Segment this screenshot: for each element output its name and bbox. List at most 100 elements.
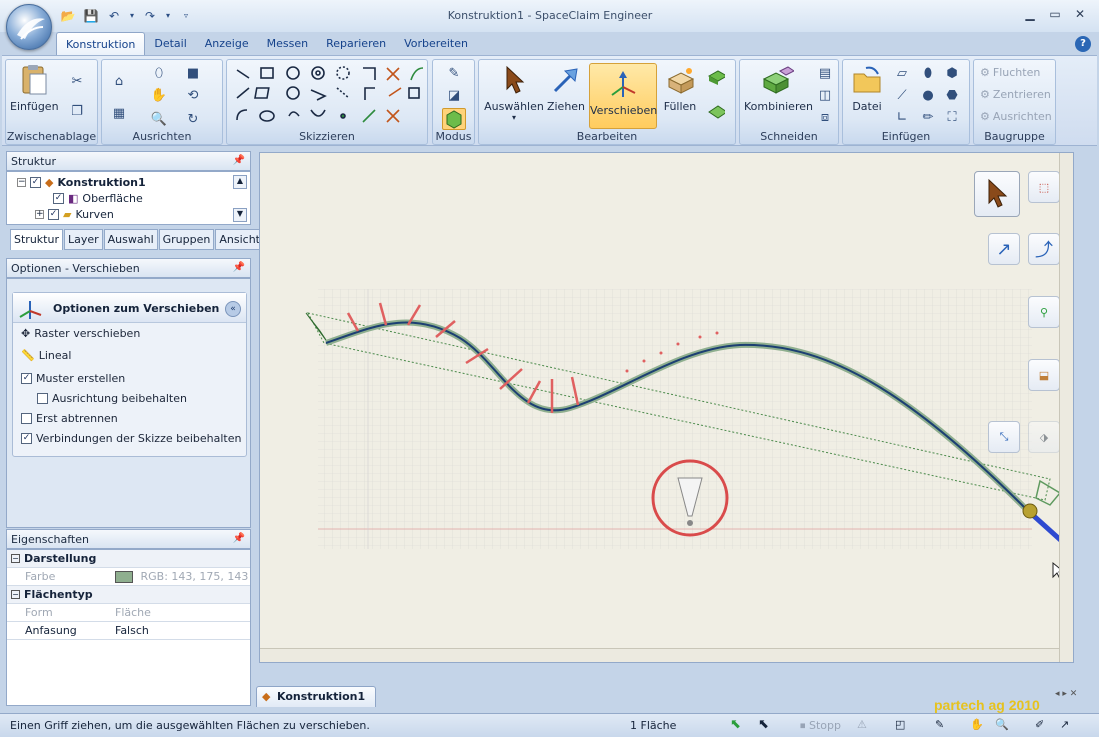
option-muster[interactable]: ✓ Muster erstellen	[21, 372, 125, 385]
verbindungen-checkbox[interactable]: ✓	[21, 433, 32, 444]
view-icon[interactable]: ◰	[895, 718, 905, 731]
sketch-plane-icon[interactable]: ✎	[935, 718, 944, 731]
redo-dropdown-icon[interactable]: ▾	[163, 7, 173, 25]
tree-item-surface[interactable]: ✓ ◧ Oberfläche	[53, 192, 143, 205]
pivot-button[interactable]: ⬗	[1028, 421, 1060, 453]
combine-button[interactable]: Kombinieren	[744, 64, 813, 113]
redo-icon[interactable]: ↷	[140, 7, 160, 25]
copy-icon[interactable]: ❐	[68, 102, 86, 120]
pin-icon[interactable]: 📌	[233, 533, 245, 544]
zoom-icon[interactable]: 🔍	[150, 110, 168, 128]
option-abtrennen[interactable]: Erst abtrennen	[21, 412, 118, 425]
select-button[interactable]: Auswählen ▾	[483, 64, 545, 122]
tab-auswahl[interactable]: Auswahl	[103, 229, 158, 250]
tab-detail[interactable]: Detail	[145, 32, 195, 56]
image-insert-icon[interactable]: ⛶	[943, 108, 961, 126]
zoom-status-icon[interactable]: 🔍	[995, 718, 1009, 731]
tab-messen[interactable]: Messen	[258, 32, 317, 56]
scroll-down-button[interactable]: ▼	[233, 208, 247, 222]
3d-mode-button[interactable]	[442, 108, 466, 130]
shell-icon[interactable]: ⬢	[943, 64, 961, 82]
anchor-button[interactable]: ⚲	[1028, 296, 1060, 328]
muster-checkbox[interactable]: ✓	[21, 373, 32, 384]
tab-reparieren[interactable]: Reparieren	[317, 32, 395, 56]
offset-icon[interactable]: ⬣	[943, 86, 961, 104]
pull-button[interactable]: Ziehen	[543, 64, 589, 113]
arrow-status-icon[interactable]: ↗	[1060, 718, 1069, 731]
pan-status-icon[interactable]: ✋	[970, 718, 984, 731]
prop-row-form[interactable]: Form Fläche	[7, 604, 250, 622]
home-icon[interactable]: ⌂	[110, 72, 128, 90]
undo-icon[interactable]: ↶	[104, 7, 124, 25]
collapse-icon[interactable]: −	[17, 178, 26, 187]
cut-icon[interactable]: ✂	[68, 72, 86, 90]
align-button[interactable]: ⚙ Fluchten	[980, 66, 1040, 79]
prop-row-farbe[interactable]: Farbe RGB: 143, 175, 143	[7, 568, 250, 586]
sketch-insert-icon[interactable]: ✏	[919, 108, 937, 126]
app-menu-button[interactable]	[6, 4, 52, 50]
ausrichtung-checkbox[interactable]	[37, 393, 48, 404]
abtrennen-checkbox[interactable]	[21, 413, 32, 424]
tab-anzeige[interactable]: Anzeige	[196, 32, 258, 56]
visibility-checkbox[interactable]: ✓	[53, 193, 64, 204]
tree-item-curves[interactable]: + ✓ ▰ Kurven	[35, 208, 114, 221]
collapse-icon[interactable]: −	[11, 590, 20, 599]
scroll-up-button[interactable]: ▲	[233, 175, 247, 189]
select-tool-button[interactable]	[974, 171, 1020, 217]
pin-icon[interactable]: 📌	[233, 262, 245, 273]
tree-item-root[interactable]: − ✓ ◆ Konstruktion1	[17, 176, 146, 189]
split-body-icon[interactable]: ▤	[816, 64, 834, 82]
minimize-button[interactable]: ▁	[1020, 7, 1040, 23]
prop-row-anfasung[interactable]: Anfasung Falsch	[7, 622, 250, 640]
section-mode-icon[interactable]: ◪	[445, 86, 463, 104]
tab-nav-icons[interactable]: ◂ ▸ ✕	[1055, 689, 1077, 699]
collapse-icon[interactable]: −	[11, 554, 20, 563]
plane-insert-icon[interactable]: ▱	[893, 64, 911, 82]
tab-konstruktion[interactable]: Konstruktion	[56, 32, 146, 56]
orient-button[interactable]: ⚙ Ausrichten	[980, 110, 1052, 123]
option-verbindungen[interactable]: ✓ Verbindungen der Skizze beibehalten	[21, 432, 241, 445]
sketch-mode-icon[interactable]: ✎	[445, 64, 463, 82]
grid-icon[interactable]: ▦	[110, 104, 128, 122]
color-swatch[interactable]	[114, 570, 133, 583]
view-cube-icon[interactable]: ■	[184, 64, 202, 82]
paste-button[interactable]: Einfügen	[10, 64, 59, 113]
tab-struktur[interactable]: Struktur	[10, 229, 63, 250]
spin-icon[interactable]: ⟲	[184, 86, 202, 104]
ruler-dimension-button[interactable]: ⤡	[988, 421, 1020, 453]
pencil-status-icon[interactable]: ✐	[1035, 718, 1044, 731]
project-icon[interactable]: ⧈	[816, 108, 834, 126]
tab-vorbereiten[interactable]: Vorbereiten	[395, 32, 477, 56]
maximize-button[interactable]: ▭	[1045, 7, 1065, 23]
up-to-button[interactable]: ⬓	[1028, 359, 1060, 391]
option-raster[interactable]: ✥ Raster verschieben	[21, 327, 140, 340]
prop-category-flaechentyp[interactable]: − Flächentyp	[7, 586, 250, 604]
collapse-options-button[interactable]: «	[225, 301, 241, 317]
save-icon[interactable]: 💾	[81, 7, 101, 25]
blend-icon[interactable]	[707, 102, 725, 120]
direction-button[interactable]: ↗	[988, 233, 1020, 265]
tab-layer[interactable]: Layer	[63, 229, 103, 250]
anchor-point[interactable]	[1022, 503, 1038, 519]
move-button[interactable]: Verschieben	[589, 63, 657, 129]
tweak-face-icon[interactable]	[707, 68, 725, 86]
undo-dropdown-icon[interactable]: ▾	[127, 7, 137, 25]
insert-file-button[interactable]: Datei	[847, 64, 887, 113]
select-mode-icon[interactable]: ⬉	[730, 717, 741, 732]
option-lineal[interactable]: 📏 Lineal	[21, 349, 71, 362]
cylinder-icon[interactable]: ⬮	[919, 64, 937, 82]
stop-button[interactable]: ⏹ Stopp	[800, 719, 841, 733]
close-button[interactable]: ✕	[1070, 7, 1090, 23]
warning-status-icon[interactable]: ⚠	[857, 718, 867, 731]
expand-icon[interactable]: +	[35, 210, 44, 219]
plane-icon[interactable]: ⬯	[150, 64, 168, 82]
fill-button[interactable]: Füllen	[659, 64, 701, 113]
visibility-checkbox[interactable]: ✓	[48, 209, 59, 220]
design-canvas[interactable]: ⬚ ↗ ⤴ ⚲ ⬓ ⤡ ⬗	[259, 152, 1074, 663]
option-ausrichtung[interactable]: Ausrichtung beibehalten	[37, 392, 187, 405]
vertical-scrollbar[interactable]	[1059, 153, 1073, 662]
origin-icon[interactable]: ∟	[893, 108, 911, 126]
select-body-button[interactable]: ⬚	[1028, 171, 1060, 203]
along-path-button[interactable]: ⤴	[1028, 233, 1060, 265]
axis-icon[interactable]: ⟋	[893, 86, 911, 104]
